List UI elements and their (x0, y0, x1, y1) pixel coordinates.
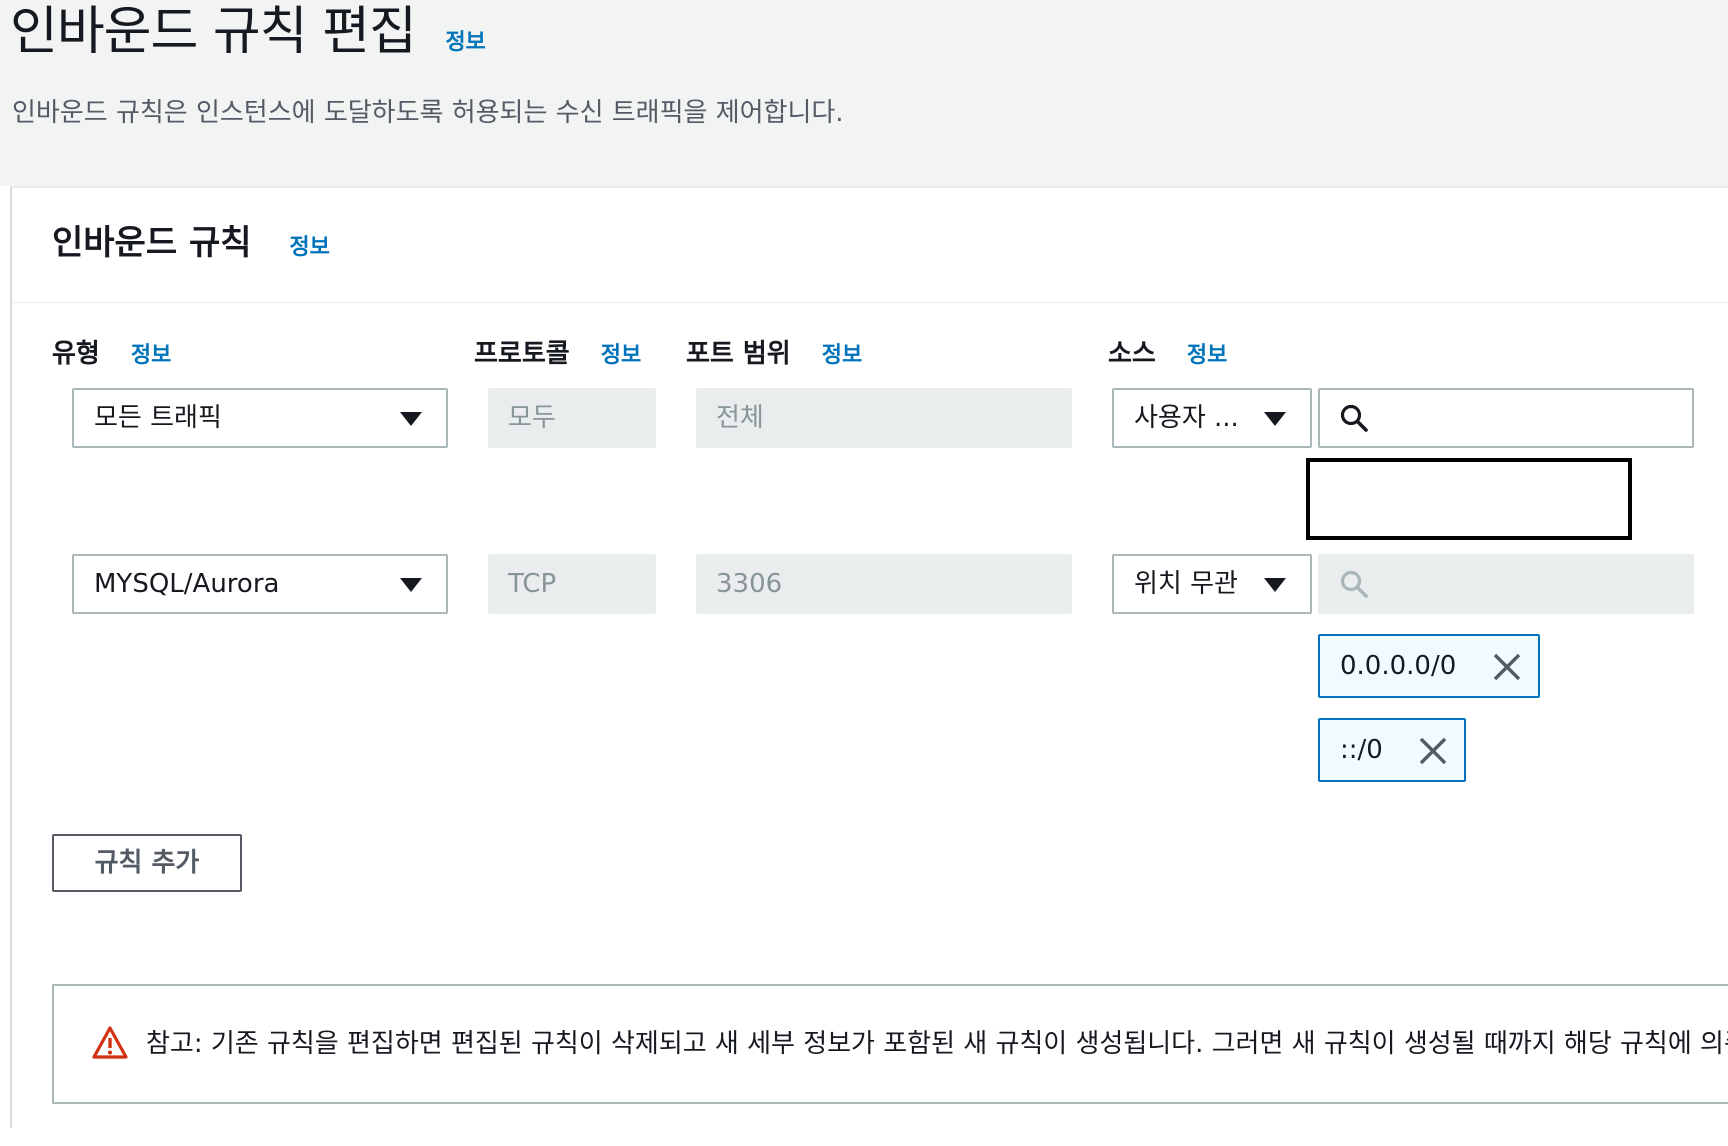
panel-title: 인바운드 규칙 정보 (52, 216, 330, 275)
rule-1-source-type-value: 사용자 ... (1134, 403, 1239, 433)
cidr-token-ipv4-label: 0.0.0.0/0 (1340, 651, 1457, 681)
page-info-link[interactable]: 정보 (445, 30, 485, 55)
rule-1-protocol: 모두 (488, 388, 656, 448)
rule-1-type-select[interactable]: 모든 트래픽 (72, 388, 448, 448)
caret-down-icon (400, 412, 422, 426)
rule-2-protocol: TCP (488, 554, 656, 614)
column-source-info-link[interactable]: 정보 (1187, 343, 1227, 368)
close-icon[interactable] (1492, 652, 1522, 682)
rule-1-source-search-input[interactable] (1318, 388, 1694, 448)
column-protocol-info-link[interactable]: 정보 (601, 343, 641, 368)
column-port-range-info-link[interactable]: 정보 (822, 343, 862, 368)
add-rule-button[interactable]: 규칙 추가 (52, 834, 242, 892)
column-source-label: 소스 (1108, 339, 1156, 369)
column-type: 유형 정보 (52, 334, 171, 376)
cidr-token-ipv6: ::/0 (1318, 718, 1466, 782)
rule-2-type-select[interactable]: MYSQL/Aurora (72, 554, 448, 614)
rule-2-source-type-select[interactable]: 위치 무관 (1112, 554, 1312, 614)
cidr-token-ipv4: 0.0.0.0/0 (1318, 634, 1540, 698)
rule-2-port-range: 3306 (696, 554, 1072, 614)
rule-1-port-range: 전체 (696, 388, 1072, 448)
cidr-token-ipv6-label: ::/0 (1340, 735, 1383, 765)
rule-2-type-value: MYSQL/Aurora (94, 569, 280, 599)
search-icon (1340, 570, 1368, 598)
warning-icon (92, 1026, 128, 1059)
column-protocol-label: 프로토콜 (474, 339, 570, 369)
column-protocol: 프로토콜 정보 (474, 334, 641, 376)
page-title: 인바운드 규칙 편집 정보 (10, 0, 486, 75)
caret-down-icon (400, 578, 422, 592)
column-port-range: 포트 범위 정보 (686, 334, 862, 376)
rule-2-source-search-input (1318, 554, 1694, 614)
column-type-label: 유형 (52, 339, 100, 369)
caret-down-icon (1264, 412, 1286, 426)
column-type-info-link[interactable]: 정보 (131, 343, 171, 368)
column-port-range-label: 포트 범위 (686, 339, 791, 369)
rule-1-source-type-select[interactable]: 사용자 ... (1112, 388, 1312, 448)
column-source: 소스 정보 (1108, 334, 1227, 376)
warning-alert-text: 참고: 기존 규칙을 편집하면 편집된 규칙이 삭제되고 새 세부 정보가 포함… (146, 1029, 1728, 1059)
page-description: 인바운드 규칙은 인스턴스에 도달하도록 허용되는 수신 트래픽을 제어합니다. (12, 98, 844, 128)
rule-1-type-value: 모든 트래픽 (94, 403, 222, 433)
page-title-text: 인바운드 규칙 편집 (10, 2, 417, 62)
redaction-box (1306, 458, 1632, 540)
caret-down-icon (1264, 578, 1286, 592)
search-icon (1340, 404, 1368, 432)
rule-2-source-type-value: 위치 무관 (1134, 569, 1238, 599)
panel-divider (12, 302, 1728, 303)
panel-info-link[interactable]: 정보 (289, 235, 329, 260)
panel-title-text: 인바운드 규칙 (52, 223, 252, 263)
close-icon[interactable] (1418, 736, 1448, 766)
